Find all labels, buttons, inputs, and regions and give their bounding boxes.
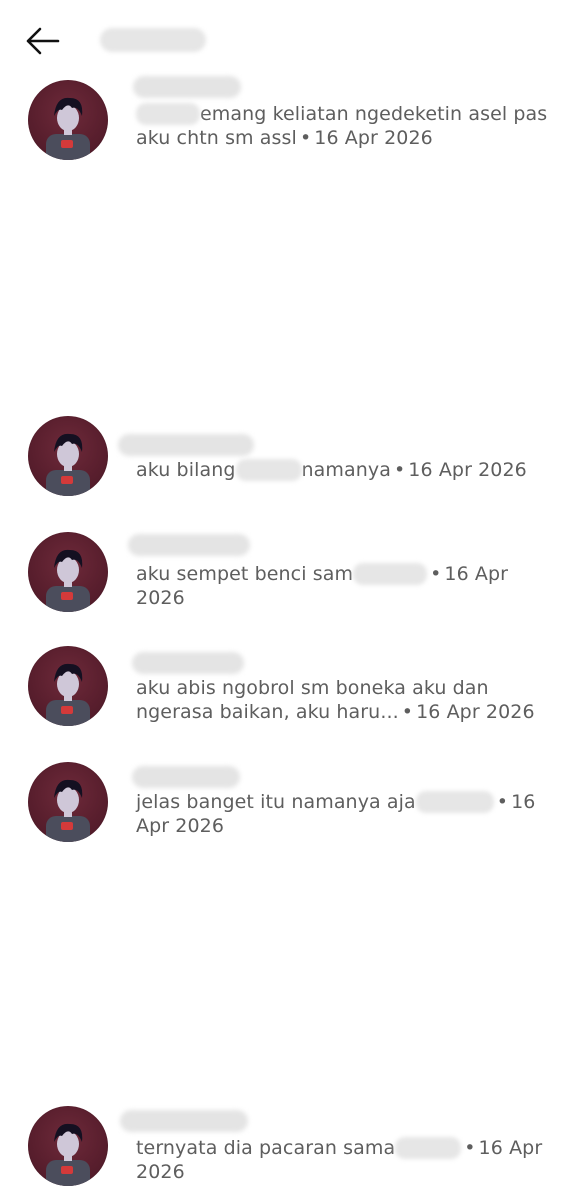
avatar[interactable]	[28, 646, 108, 726]
notification-text: jelas banget itu namanya aja • 16 Apr 2026	[136, 791, 536, 837]
notification-date: 16 Apr 2026	[314, 127, 433, 149]
avatar[interactable]	[28, 762, 108, 842]
avatar[interactable]	[28, 532, 108, 612]
notification-item[interactable]: aku abis ngobrol sm boneka aku dan ngera…	[0, 646, 582, 736]
username-redacted	[132, 652, 244, 674]
avatar[interactable]	[28, 1106, 108, 1186]
notification-date: 16 Apr 2026	[408, 459, 527, 481]
notification-text: ternyata dia pacaran sama • 16 Apr 2026	[136, 1137, 543, 1183]
notification-item[interactable]: emang keliatan ngedeketin asel pas aku c…	[0, 72, 582, 162]
redacted-name	[415, 791, 494, 813]
notification-text: aku bilang namanya • 16 Apr 2026	[136, 459, 527, 481]
username-redacted	[120, 1110, 248, 1132]
notification-date: 16 Apr 2026	[416, 701, 535, 723]
notification-text: aku abis ngobrol sm boneka aku dan ngera…	[136, 677, 535, 723]
redacted-name	[136, 103, 200, 125]
username-redacted	[128, 534, 250, 556]
page-title-redacted	[100, 28, 206, 52]
notification-text: aku sempet benci sam • 16 Apr 2026	[136, 563, 509, 609]
notification-item[interactable]: aku sempet benci sam • 16 Apr 2026	[0, 530, 582, 620]
notification-item[interactable]: jelas banget itu namanya aja • 16 Apr 2026	[0, 760, 582, 850]
username-redacted	[133, 76, 241, 98]
redacted-name	[235, 459, 302, 481]
redacted-name	[395, 1137, 462, 1159]
avatar[interactable]	[28, 416, 108, 496]
username-redacted	[118, 434, 254, 456]
notification-text: emang keliatan ngedeketin asel pas aku c…	[136, 103, 548, 149]
top-bar	[0, 0, 582, 80]
arrow-left-icon	[26, 27, 60, 55]
notification-item[interactable]: ternyata dia pacaran sama • 16 Apr 2026	[0, 1104, 582, 1200]
notification-item[interactable]: aku bilang namanya • 16 Apr 2026	[0, 410, 582, 500]
redacted-name	[353, 563, 428, 585]
username-redacted	[132, 766, 240, 788]
avatar[interactable]	[28, 80, 108, 160]
back-button[interactable]	[20, 24, 64, 58]
